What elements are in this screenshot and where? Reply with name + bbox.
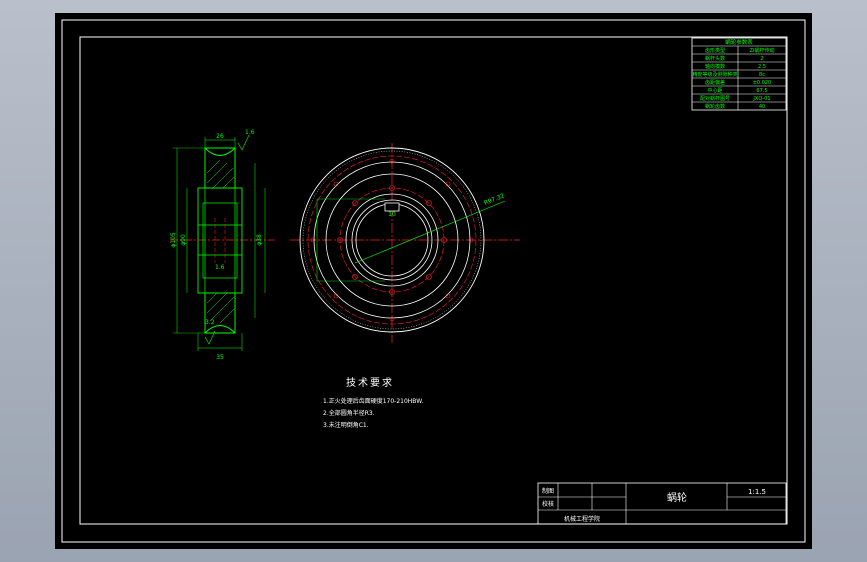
param-value: 2 [760, 56, 763, 62]
param-value: 67.5 [756, 88, 767, 94]
param-value: ZI蜗杆传动 [750, 47, 775, 54]
roughness-bottom: 3.2 [205, 319, 215, 326]
param-label: 中心距 [707, 87, 722, 94]
tech-requirements: 技术要求 1.正火处理后齿面硬度170-210HBW. 2.全部圆角半径R3. … [323, 376, 423, 429]
param-label: 齿形类型 [705, 47, 725, 54]
parameter-table: 蜗轮参数表 齿形类型 ZI蜗杆传动 蜗杆头数 2 轴向模数 2.5 精度等级及侧… [691, 37, 787, 111]
school-name: 机械工程学院 [564, 515, 600, 523]
part-name: 蜗轮 [667, 491, 687, 504]
front-view: 10 R97.32 [290, 143, 520, 343]
param-label: 轴向模数 [705, 63, 725, 70]
parameter-table-title: 蜗轮参数表 [725, 38, 753, 46]
param-value: JXQ-01 [752, 96, 770, 102]
param-label: 蜗杆头数 [705, 55, 725, 62]
radius-label: R97.32 [483, 192, 506, 207]
section-view: 26 35 φ105 φ90 φ38 1.6 1.6 3.2 [170, 129, 275, 361]
scale-value: 1:1.5 [748, 488, 766, 496]
param-label: 蜗轮齿数 [705, 103, 725, 110]
check-label: 校核 [542, 500, 554, 508]
param-value: 8c [759, 72, 765, 78]
param-label: 配对蜗杆图号 [700, 95, 730, 102]
param-label: 精度等级及侧隙种类 [692, 71, 737, 78]
param-value: ±0.020 [753, 80, 772, 86]
roughness-top: 1.6 [245, 129, 255, 136]
dim-bottom-width: 35 [216, 354, 224, 361]
tech-requirement-item: 1.正火处理后齿面硬度170-210HBW. [323, 397, 423, 405]
draw-label: 制图 [542, 487, 554, 495]
param-value: 2.5 [758, 64, 766, 70]
title-block: 制图 校核 蜗轮 1:1.5 机械工程学院 [537, 482, 787, 525]
roughness-mid: 1.6 [215, 264, 225, 271]
outer-border [61, 19, 806, 543]
cad-drawing: 蜗轮参数表 齿形类型 ZI蜗杆传动 蜗杆头数 2 轴向模数 2.5 精度等级及侧… [61, 19, 806, 543]
param-label: 齿距偏差 [705, 79, 725, 86]
dim-left-2: φ90 [180, 234, 187, 246]
keyway-width: 10 [388, 211, 396, 218]
dim-top-width: 26 [216, 133, 224, 140]
cad-viewport[interactable]: 蜗轮参数表 齿形类型 ZI蜗杆传动 蜗杆头数 2 轴向模数 2.5 精度等级及侧… [55, 13, 812, 549]
tech-requirements-title: 技术要求 [346, 376, 394, 389]
dim-bore: φ38 [256, 234, 263, 246]
tech-requirement-item: 2.全部圆角半径R3. [323, 409, 375, 417]
inner-border [79, 36, 788, 525]
param-value: 40 [759, 104, 765, 110]
dim-left-1: φ105 [170, 232, 177, 248]
tech-requirement-item: 3.未注明倒角C1. [323, 421, 369, 429]
